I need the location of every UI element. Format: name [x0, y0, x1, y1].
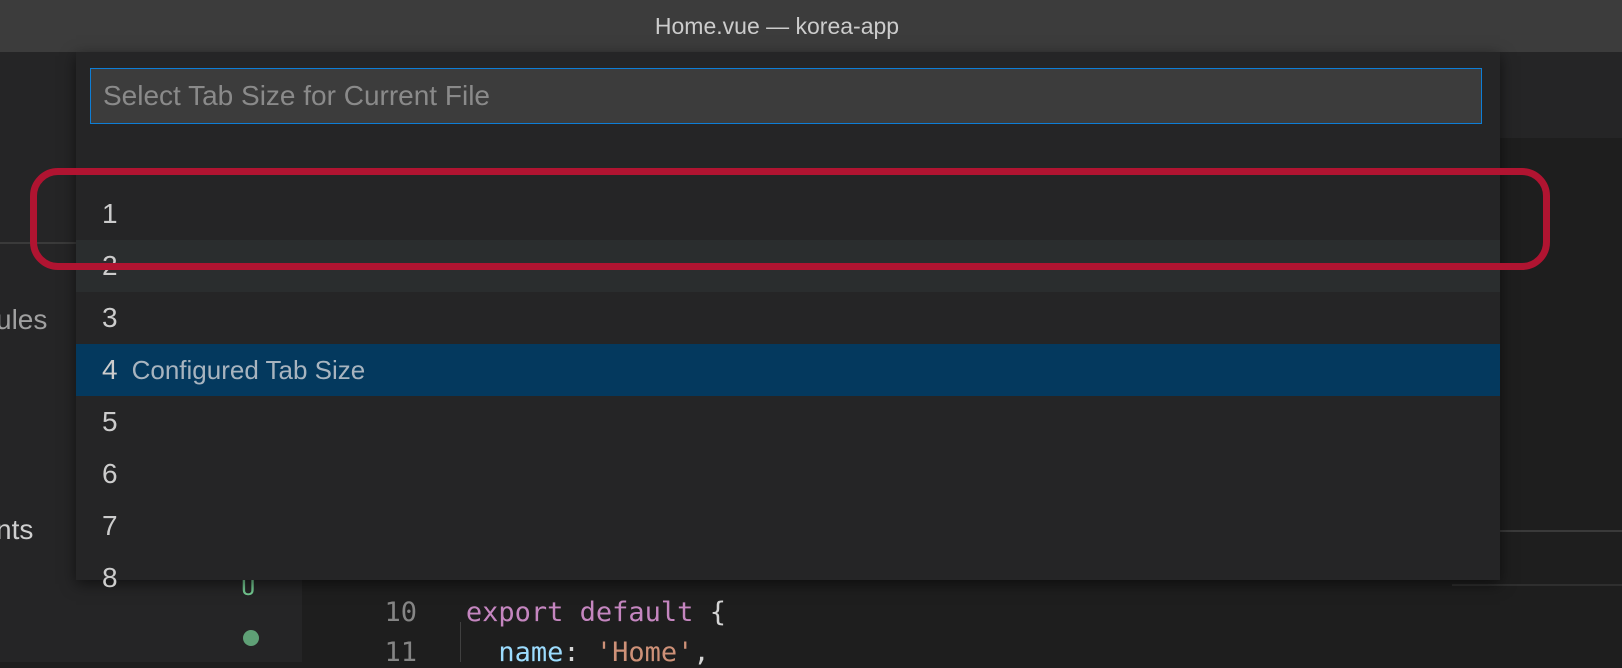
tab-size-option-1[interactable]: 1	[76, 188, 1500, 240]
window-title: Home.vue — korea-app	[654, 12, 900, 39]
string-value: 'Home'	[595, 637, 694, 668]
option-label: 3	[102, 302, 118, 333]
sidebar-divider	[0, 242, 80, 244]
quick-pick-list: 1 2 3 4 Configured Tab Size 5 6 7 8	[76, 194, 1500, 604]
tab-size-option-8[interactable]: 8	[76, 552, 1500, 604]
property-name: name	[498, 637, 564, 668]
option-label: 2	[102, 250, 118, 281]
quick-pick-widget: 1 2 3 4 Configured Tab Size 5 6 7 8	[76, 52, 1500, 593]
option-description: Configured Tab Size	[131, 354, 366, 385]
comma: ,	[693, 637, 710, 668]
option-label: 1	[102, 198, 118, 229]
option-label: 6	[102, 458, 118, 489]
quick-pick-input[interactable]	[90, 68, 1482, 124]
option-label: 5	[102, 406, 118, 437]
line-number: 11	[384, 637, 418, 668]
tab-size-option-2[interactable]: 2	[76, 240, 1500, 292]
tab-size-option-3[interactable]: 3	[76, 292, 1500, 344]
tab-size-option-6[interactable]: 6	[76, 448, 1500, 500]
git-modified-dot	[243, 630, 259, 646]
tab-size-option-7[interactable]: 7	[76, 500, 1500, 552]
indent-guide	[460, 622, 461, 662]
option-label: 4	[102, 354, 118, 385]
code-line-11[interactable]: 11 name: 'Home',	[352, 606, 710, 668]
window-titlebar: Home.vue — korea-app	[0, 0, 1622, 52]
sidebar-item-node-modules[interactable]: ules	[0, 304, 47, 336]
option-label: 8	[102, 562, 118, 593]
option-label: 7	[102, 510, 118, 541]
tab-size-option-5[interactable]: 5	[76, 396, 1500, 448]
colon: :	[563, 637, 580, 668]
tab-size-option-4[interactable]: 4 Configured Tab Size	[76, 344, 1500, 396]
sidebar-item-components[interactable]: nts	[0, 514, 33, 546]
